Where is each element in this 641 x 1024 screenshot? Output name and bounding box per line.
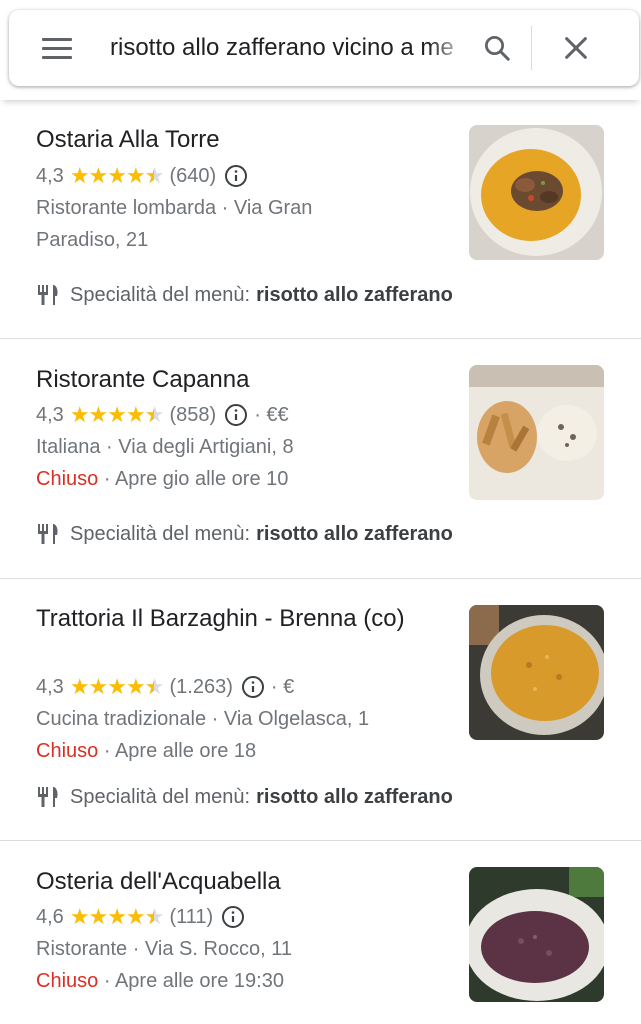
result-card[interactable]: Ostaria Alla Torre 4,3 ★★★★★ (640) Risto… [0, 100, 641, 339]
rating-value: 4,3 [36, 404, 64, 426]
result-card[interactable]: Trattoria Il Barzaghin - Brenna (co) 4,3… [0, 579, 641, 841]
opening-hours: · Apre alle ore 19:30 [103, 970, 284, 992]
rating-value: 4,3 [36, 676, 64, 698]
star-icon: ★ [107, 163, 127, 188]
star-icon: ★ [69, 402, 90, 427]
review-count: (1.263) [169, 676, 233, 698]
open-status-row: Chiuso · Apre alle ore 18 [36, 737, 256, 765]
category-address: Ristorante lombarda · Via Gran [36, 197, 313, 219]
result-photo[interactable] [469, 867, 604, 1002]
opening-hours: · Apre alle ore 18 [103, 740, 257, 762]
hamburger-menu-icon[interactable] [31, 22, 83, 74]
rating-stars: ★ ★ ★ ★ ★ [69, 674, 165, 699]
rating-value: 4,3 [36, 165, 64, 187]
star-icon: ★ [107, 904, 127, 929]
half-star-icon: ★ [145, 676, 165, 699]
result-name[interactable]: Ostaria Alla Torre [36, 124, 416, 156]
menu-specialty: Specialità del menù: risotto allo zaffer… [36, 783, 453, 811]
price-level: · €€ [254, 404, 289, 426]
menu-specialty-label: Specialità del menù: [70, 523, 251, 545]
menu-specialty: Specialità del menù: risotto allo zaffer… [36, 281, 453, 309]
search-box [9, 10, 639, 86]
half-star-icon: ★ [145, 165, 165, 188]
info-icon[interactable] [221, 905, 245, 929]
menu-specialty-label: Specialità del menù: [70, 284, 251, 306]
closed-status: Chiuso [36, 468, 99, 490]
rating-value: 4,6 [36, 906, 64, 928]
fork-knife-icon [38, 285, 58, 305]
result-photo[interactable] [469, 365, 604, 500]
category-address: Italiana · Via degli Artigiani, 8 [36, 436, 294, 458]
star-icon: ★ [69, 904, 90, 929]
star-icon: ★ [69, 163, 90, 188]
rating-row: 4,3 ★★★★★ (1.263) · € [36, 673, 294, 701]
rating-row: 4,3 ★★★★★ (858) · €€ [36, 401, 289, 429]
result-name[interactable]: Osteria dell'Acquabella [36, 866, 416, 898]
result-name[interactable]: Trattoria Il Barzaghin - Brenna (co) [36, 603, 416, 635]
menu-specialty-item: risotto allo zafferano [256, 523, 453, 545]
result-photo[interactable] [469, 125, 604, 260]
opening-hours: · Apre gio alle ore 10 [103, 468, 289, 490]
search-divider [531, 26, 532, 70]
search-icon[interactable] [469, 20, 525, 76]
closed-status: Chiuso [36, 970, 99, 992]
review-count: (640) [169, 165, 217, 187]
category-address: Ristorante · Via S. Rocco, 11 [36, 938, 293, 960]
address-continued: Paradiso, 21 [36, 229, 149, 251]
result-card[interactable]: Ristorante Capanna 4,3 ★★★★★ (858) · €€ … [0, 339, 641, 579]
star-icon: ★ [126, 402, 146, 427]
star-icon: ★ [88, 402, 109, 427]
rating-row: 4,3 ★★★★★ (640) [36, 162, 248, 190]
price-level: · € [270, 676, 295, 698]
search-input[interactable] [110, 34, 455, 62]
half-star-icon: ★ [145, 404, 165, 427]
star-icon: ★ [126, 674, 146, 699]
close-icon[interactable] [548, 20, 604, 76]
menu-specialty: Specialità del menù: risotto allo zaffer… [36, 520, 453, 548]
review-count: (111) [169, 906, 214, 928]
menu-specialty-item: risotto allo zafferano [256, 786, 453, 808]
star-icon: ★ [88, 163, 109, 188]
closed-status: Chiuso [36, 740, 99, 762]
fork-knife-icon [38, 787, 58, 807]
star-icon: ★ [126, 163, 146, 188]
info-icon[interactable] [241, 675, 265, 699]
result-name[interactable]: Ristorante Capanna [36, 364, 416, 396]
star-icon: ★ [69, 674, 90, 699]
open-status-row: Chiuso · Apre gio alle ore 10 [36, 465, 288, 493]
review-count: (858) [169, 404, 217, 426]
rating-stars: ★ ★ ★ ★ ★ [69, 904, 165, 929]
half-star-icon: ★ [145, 906, 165, 929]
result-photo[interactable] [469, 605, 604, 740]
info-icon[interactable] [224, 164, 248, 188]
rating-row: 4,6 ★★★★★ (111) [36, 903, 245, 931]
star-icon: ★ [126, 904, 146, 929]
result-card[interactable]: Osteria dell'Acquabella 4,6 ★★★★★ (111) … [0, 841, 641, 1024]
category-address: Cucina tradizionale · Via Olgelasca, 1 [36, 708, 370, 730]
search-header [0, 0, 641, 100]
star-icon: ★ [88, 904, 109, 929]
star-icon: ★ [107, 674, 127, 699]
rating-stars: ★ ★ ★ ★ ★ [69, 163, 165, 188]
rating-stars: ★ ★ ★ ★ ★ [69, 402, 165, 427]
fork-knife-icon [38, 524, 58, 544]
open-status-row: Chiuso · Apre alle ore 19:30 [36, 967, 284, 995]
menu-specialty-label: Specialità del menù: [70, 786, 251, 808]
menu-specialty-item: risotto allo zafferano [256, 284, 453, 306]
star-icon: ★ [107, 402, 127, 427]
info-icon[interactable] [224, 403, 248, 427]
star-icon: ★ [88, 674, 109, 699]
